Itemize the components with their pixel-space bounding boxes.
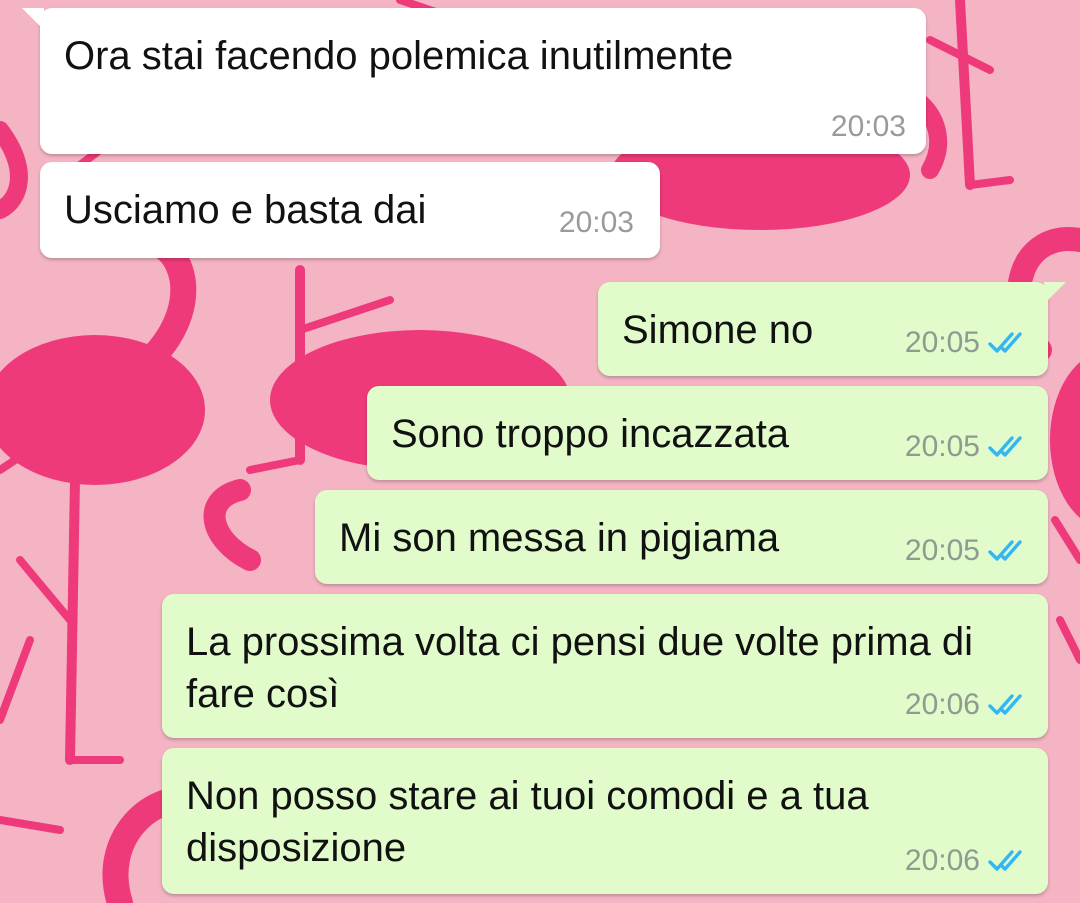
outgoing-message[interactable]: La prossima volta ci pensi due volte pri… (162, 594, 1048, 738)
message-time: 20:05 (904, 430, 980, 463)
message-text: Mi son messa in pigiama (339, 516, 780, 560)
message-time: 20:03 (558, 206, 634, 239)
bubble-tail (1044, 282, 1066, 304)
message-text: La prossima volta ci pensi due volte pri… (186, 620, 974, 716)
message-time: 20:06 (904, 688, 980, 721)
read-double-check-icon (988, 850, 1022, 871)
read-double-check-icon (988, 694, 1022, 715)
outgoing-message[interactable]: Sono troppo incazzata 20:05 (367, 386, 1048, 480)
message-time: 20:05 (904, 534, 980, 567)
message-time: 20:05 (904, 326, 980, 359)
message-time: 20:06 (904, 844, 980, 877)
outgoing-message[interactable]: Simone no 20:05 (598, 282, 1066, 376)
incoming-message[interactable]: Usciamo e basta dai 20:03 (40, 162, 660, 258)
outgoing-message[interactable]: Non posso stare ai tuoi comodi e a tua d… (162, 748, 1048, 894)
outgoing-message[interactable]: Mi son messa in pigiama 20:05 (315, 490, 1048, 584)
read-double-check-icon (988, 332, 1022, 353)
message-text: Usciamo e basta dai (64, 188, 427, 232)
read-double-check-icon (988, 436, 1022, 457)
message-time: 20:03 (830, 110, 906, 143)
message-text: Ora stai facendo polemica inutilmente (64, 34, 734, 78)
message-text: Non posso stare ai tuoi comodi e a tua d… (186, 774, 869, 870)
read-double-check-icon (988, 540, 1022, 561)
incoming-message[interactable]: Ora stai facendo polemica inutilmente 20… (22, 8, 926, 154)
message-text: Simone no (622, 308, 814, 352)
bubble-tail (22, 8, 44, 30)
message-text: Sono troppo incazzata (391, 412, 790, 456)
